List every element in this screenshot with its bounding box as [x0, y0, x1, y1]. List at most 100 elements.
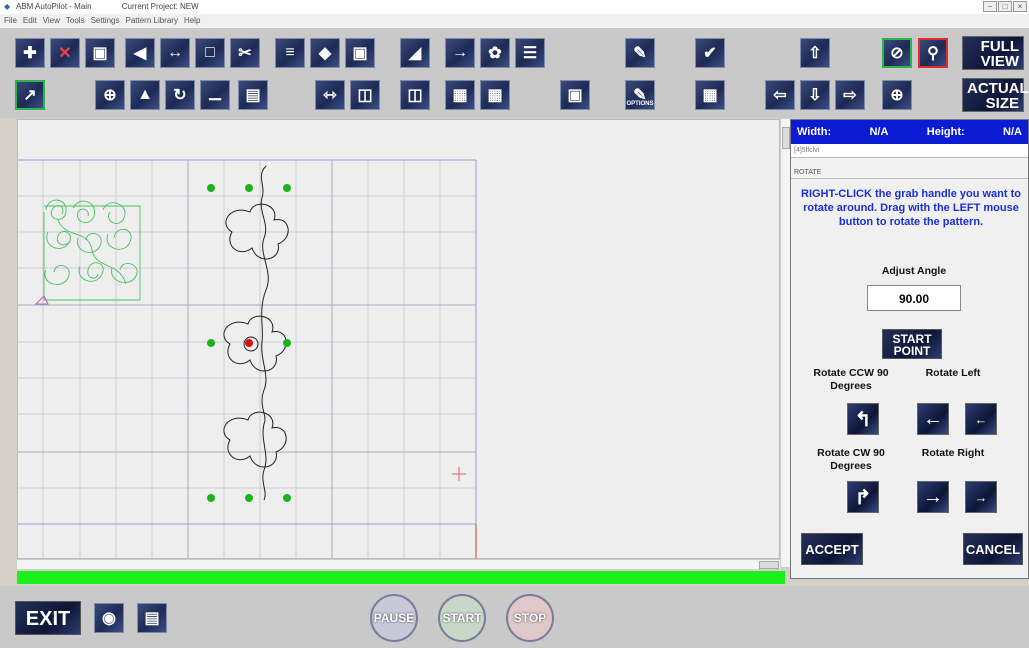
- window-icon[interactable]: ▤: [137, 603, 167, 633]
- cancel-button[interactable]: CANCEL: [963, 533, 1023, 565]
- maximize-button[interactable]: □: [998, 1, 1012, 12]
- checkmark-icon[interactable]: ✔: [695, 38, 725, 68]
- rotate-right-label: Rotate Right: [921, 447, 985, 459]
- cart-icon[interactable]: ▦: [695, 80, 725, 110]
- options-icon[interactable]: ✎ OPTIONS: [625, 80, 655, 110]
- actual-size-button[interactable]: ACTUAL SIZE: [962, 78, 1029, 112]
- start-button[interactable]: START: [438, 594, 486, 642]
- rotate-body: RIGHT-CLICK the grab handle you want to …: [791, 178, 1028, 578]
- vertical-scroll-thumb[interactable]: [782, 127, 790, 149]
- minimize-button[interactable]: −: [983, 1, 997, 12]
- arrow-left-icon[interactable]: ⇦: [765, 80, 795, 110]
- swirl-pattern[interactable]: [43, 199, 141, 301]
- checker-icon[interactable]: ▣: [85, 38, 115, 68]
- title-bar: ◆ ABM AutoPilot - Main Current Project: …: [0, 0, 1029, 14]
- start-point-button[interactable]: START POINT: [882, 329, 942, 359]
- rotate-panel: Width: N/A Height: N/A [4]5lfclvi ROTATE…: [790, 119, 1029, 579]
- triangle-left-icon[interactable]: ◀: [125, 38, 155, 68]
- rotate-ccw-label: Rotate CCW 90 Degrees: [813, 367, 889, 392]
- rotate-ccw-90-button[interactable]: ↰: [847, 403, 879, 435]
- arrow-right-icon[interactable]: ⇨: [835, 80, 865, 110]
- close-button[interactable]: ×: [1013, 1, 1027, 12]
- project-label: Current Project: NEW: [121, 2, 199, 11]
- delete-x-icon[interactable]: ✕: [50, 38, 80, 68]
- flower-pattern[interactable]: [223, 165, 289, 501]
- zoom-out-icon[interactable]: ⊘: [882, 38, 912, 68]
- dimensions-header: Width: N/A Height: N/A: [791, 120, 1028, 144]
- exit-button[interactable]: EXIT: [15, 601, 81, 635]
- flower-icon[interactable]: ✿: [480, 38, 510, 68]
- bottom-bar: EXIT ◉ ▤ PAUSE START STOP: [0, 586, 1029, 648]
- spread-diamonds-icon[interactable]: ⇿: [315, 80, 345, 110]
- dotted-box-icon[interactable]: ▤: [238, 80, 268, 110]
- menu-bar: File Edit View Tools Settings Pattern Li…: [0, 14, 1029, 28]
- cw-arrow-icon: ↱: [854, 486, 872, 509]
- arrange-diamonds-icon[interactable]: ◆: [310, 38, 340, 68]
- menu-file[interactable]: File: [4, 14, 17, 28]
- zoom-in-icon[interactable]: ⊕: [882, 80, 912, 110]
- menu-help[interactable]: Help: [184, 14, 200, 28]
- rotate-cw-label: Rotate CW 90 Degrees: [817, 447, 885, 472]
- eraser-icon[interactable]: ✎: [625, 38, 655, 68]
- staircase-icon[interactable]: ◢: [400, 38, 430, 68]
- overlap-boxes-icon[interactable]: ◫: [400, 80, 430, 110]
- align-lines-icon[interactable]: ≡: [275, 38, 305, 68]
- adjust-angle-label: Adjust Angle: [881, 265, 947, 277]
- menu-edit[interactable]: Edit: [23, 14, 37, 28]
- offset-boxes-icon[interactable]: ◫: [350, 80, 380, 110]
- right-arrow-icon: →: [923, 485, 943, 508]
- rotate-left-large-button[interactable]: ←: [917, 403, 949, 435]
- right-small-arrow-icon: →: [974, 489, 988, 505]
- ruler-icon[interactable]: ⚊: [200, 80, 230, 110]
- options-label: OPTIONS: [626, 101, 654, 107]
- zoom-icon[interactable]: ⚲: [918, 38, 948, 68]
- pause-button[interactable]: PAUSE: [370, 594, 418, 642]
- horizontal-scroll-thumb[interactable]: [759, 561, 779, 569]
- width-label: Width:: [797, 126, 832, 138]
- rotate-left-small-button[interactable]: ←: [965, 403, 997, 435]
- angle-input[interactable]: 90.00: [867, 285, 961, 311]
- nested-boxes-icon[interactable]: ▣: [345, 38, 375, 68]
- app-logo-icon: ◆: [4, 2, 11, 11]
- horizontal-scrollbar[interactable]: [17, 559, 780, 569]
- stitch-line-icon[interactable]: →: [445, 38, 475, 68]
- left-small-arrow-icon: ←: [974, 411, 988, 427]
- ccw-arrow-icon: ↰: [854, 408, 872, 431]
- stretch-arrows-icon[interactable]: ↔: [160, 38, 190, 68]
- rotate-right-large-button[interactable]: →: [917, 481, 949, 513]
- arrow-up-icon[interactable]: ⇧: [800, 38, 830, 68]
- resize-box-icon[interactable]: □: [195, 38, 225, 68]
- select-arrow-icon[interactable]: ↗: [15, 80, 45, 110]
- height-value: N/A: [1003, 126, 1022, 138]
- full-view-button[interactable]: FULL VIEW: [962, 36, 1024, 70]
- rotate-instructions: RIGHT-CLICK the grab handle you want to …: [801, 188, 1021, 228]
- arrow-down-icon[interactable]: ⇩: [800, 80, 830, 110]
- rotate-right-small-button[interactable]: →: [965, 481, 997, 513]
- menu-tools[interactable]: Tools: [66, 14, 85, 28]
- section-title: ROTATE: [794, 169, 822, 176]
- height-label: Height:: [926, 126, 965, 138]
- design-canvas[interactable]: [17, 119, 780, 559]
- fill-pattern-icon[interactable]: ▦: [445, 80, 475, 110]
- scissors-icon[interactable]: ✂: [230, 38, 260, 68]
- grid-lines-icon[interactable]: ☰: [515, 38, 545, 68]
- menu-view[interactable]: View: [43, 14, 60, 28]
- grid-icon[interactable]: ▦: [480, 80, 510, 110]
- progress-bar: [17, 571, 785, 584]
- menu-pattern-library[interactable]: Pattern Library: [125, 14, 177, 28]
- crosshair-tool-icon[interactable]: ✚: [15, 38, 45, 68]
- frame-icon[interactable]: ▣: [560, 80, 590, 110]
- rotate-cw-90-button[interactable]: ↱: [847, 481, 879, 513]
- width-value: N/A: [869, 126, 889, 138]
- center-target-icon[interactable]: ⊕: [95, 80, 125, 110]
- vertical-scrollbar[interactable]: [780, 119, 790, 567]
- canvas-drawing: [18, 159, 477, 558]
- rotate-icon[interactable]: ↻: [165, 80, 195, 110]
- stop-button[interactable]: STOP: [506, 594, 554, 642]
- film-reel-icon[interactable]: ◉: [94, 603, 124, 633]
- accept-button[interactable]: ACCEPT: [801, 533, 863, 565]
- rotate-left-label: Rotate Left: [925, 367, 981, 379]
- mirror-icon[interactable]: ▲: [130, 80, 160, 110]
- pattern-field[interactable]: [4]5lfclvi: [791, 144, 1028, 158]
- menu-settings[interactable]: Settings: [91, 14, 120, 28]
